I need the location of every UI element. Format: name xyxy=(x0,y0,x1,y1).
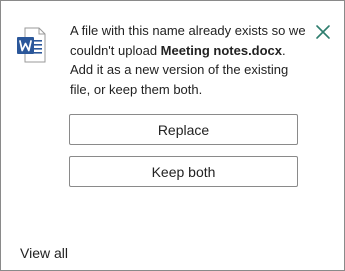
upload-conflict-panel: A file with this name already exists so … xyxy=(0,0,345,271)
replace-button[interactable]: Replace xyxy=(69,114,298,145)
conflict-message: A file with this name already exists so … xyxy=(70,21,306,99)
view-all-link[interactable]: View all xyxy=(20,245,68,261)
close-icon[interactable] xyxy=(314,23,332,41)
file-name: Meeting notes.docx xyxy=(160,42,283,58)
word-document-icon xyxy=(17,27,46,63)
keep-both-button[interactable]: Keep both xyxy=(69,156,298,187)
